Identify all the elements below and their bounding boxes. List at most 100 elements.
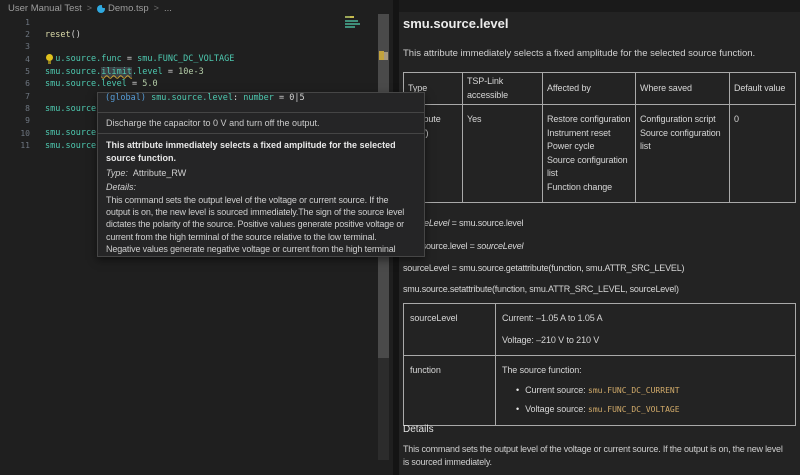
code-token: smu.source.level (45, 79, 127, 89)
details-heading: Details (403, 424, 434, 435)
param-description: Current: –1.05 A to 1.05 A Voltage: –210… (496, 304, 796, 356)
quick-fix-lightbulb-icon[interactable] (44, 53, 55, 65)
code-token: = (163, 67, 178, 77)
parameters-table: sourceLevel Current: –1.05 A to 1.05 A V… (403, 303, 796, 426)
signature-punct: : (233, 93, 243, 103)
code-line-5[interactable]: 5 smu.source.ilimit.level = 10e-3 (0, 65, 378, 77)
tooltip-details-line: current from the high terminal of the so… (106, 231, 416, 243)
details-paragraph: This command sets the output level of th… (403, 443, 783, 469)
cell-affected-by: Restore configuration Instrument reset P… (543, 105, 636, 203)
signature-value: 0|5 (289, 93, 304, 103)
code-token: smu.FUNC_DC_VOLTAGE (137, 54, 234, 64)
code-token: 10e-3 (178, 67, 204, 77)
code-token: smu.source. (45, 67, 101, 77)
code-token: smu.source. (45, 128, 101, 138)
signature-type: number (243, 93, 274, 103)
affected-by-item: Function change (547, 181, 631, 195)
code-token-warning: ilimit (101, 67, 132, 77)
param-name: function (404, 356, 496, 426)
signature-punct: = (274, 93, 289, 103)
attribute-table-row: Attribute (RW) Yes Restore configuration… (404, 105, 796, 203)
bullet-code: smu.FUNC_DC_VOLTAGE (588, 405, 680, 414)
details-text-line: is sourced immediately. (403, 456, 783, 469)
param-name: sourceLevel (404, 304, 496, 356)
col-header-affected-by: Affected by (543, 73, 636, 105)
code-line-4[interactable]: 4 smu.source.func = smu.FUNC_DC_VOLTAGE (0, 53, 378, 65)
line-number: 11 (0, 141, 30, 150)
where-saved-item: Source configuration list (640, 127, 725, 154)
details-text-line: This command sets the output level of th… (403, 443, 783, 456)
param-range-current: Current: –1.05 A to 1.05 A (502, 312, 789, 326)
line-number: 9 (0, 116, 30, 125)
line-number: 5 (0, 67, 30, 76)
tooltip-body: This attribute immediately selects a fix… (98, 134, 424, 257)
line-number: 2 (0, 30, 30, 39)
usage-line-4: smu.source.setattribute(function, smu.AT… (403, 284, 679, 294)
col-header-default-value: Default value (730, 73, 796, 105)
cell-default-value: 0 (730, 105, 796, 203)
minimap-mark (345, 20, 358, 22)
cell-tsp-link: Yes (463, 105, 543, 203)
tooltip-details-label: Details: (106, 182, 416, 192)
code-token: = (122, 54, 137, 64)
attribute-table-header-row: Type TSP-Link accessible Affected by Whe… (404, 73, 796, 105)
attribute-table: Type TSP-Link accessible Affected by Whe… (403, 72, 796, 203)
minimap[interactable] (344, 14, 378, 74)
code-line-6[interactable]: 6 smu.source.level = 5.0 (0, 78, 378, 90)
param-description: The source function: •Current source: sm… (496, 356, 796, 426)
affected-by-item: Power cycle (547, 140, 631, 154)
where-saved-item: Configuration script (640, 113, 725, 127)
affected-by-item: Source configuration list (547, 154, 631, 181)
breadcrumb-file[interactable]: Demo.tsp (108, 3, 149, 14)
code-token: smu.source. (45, 141, 101, 151)
code-token: = (127, 79, 142, 89)
code-token: 5.0 (142, 79, 157, 89)
panel-top-bar (399, 0, 800, 12)
minimap-mark (345, 26, 355, 28)
overview-decoration-marker (384, 52, 388, 60)
bullet-label: Current source: (525, 385, 588, 395)
scrollbar-track[interactable] (378, 358, 389, 460)
doc-subtitle: This attribute immediately selects a fix… (403, 48, 755, 59)
code-line-1[interactable]: 1 (0, 16, 378, 28)
chevron-right-icon: > (87, 3, 92, 13)
line-number: 4 (0, 55, 30, 64)
code-token: () (71, 30, 81, 40)
code-token: reset (45, 30, 71, 40)
chevron-right-icon: > (154, 3, 159, 13)
code-token: .level (132, 67, 163, 77)
bullet-icon: • (516, 404, 519, 414)
signature-name: smu.source.level (146, 93, 233, 103)
tooltip-summary: Discharge the capacitor to 0 V and turn … (98, 113, 424, 134)
tooltip-description-line: This attribute immediately selects a fix… (106, 139, 416, 152)
affected-by-item: Restore configuration (547, 113, 631, 127)
bullet-icon: • (516, 385, 519, 395)
tooltip-signature: (global) smu.source.level: number = 0|5 (98, 93, 424, 113)
code-line-3[interactable]: 3 (0, 41, 378, 53)
code-line-2[interactable]: 2 reset() (0, 28, 378, 40)
type-value: Attribute_RW (133, 168, 186, 178)
doc-title: smu.source.level (403, 16, 509, 31)
param-range-voltage: Voltage: –210 V to 210 V (502, 334, 789, 348)
parameter-row-function: function The source function: •Current s… (404, 356, 796, 426)
affected-by-item: Instrument reset (547, 127, 631, 141)
bullet-item: • Current source: smu.FUNC_DC_CURRENT (516, 384, 789, 398)
tsp-file-icon (97, 5, 105, 13)
breadcrumb-symbol[interactable]: ... (164, 3, 172, 14)
bullet-label: Voltage source: (525, 404, 588, 414)
tooltip-details-line: dictates the polarity of the source. Pos… (106, 218, 416, 230)
type-label: Type: (106, 168, 128, 178)
hover-tooltip: (global) smu.source.level: number = 0|5 … (97, 92, 425, 257)
bullet-code: smu.FUNC_DC_CURRENT (588, 386, 680, 395)
tooltip-details-line: This command sets the output level of th… (106, 194, 416, 206)
cell-where-saved: Configuration script Source configuratio… (636, 105, 730, 203)
breadcrumb: User Manual Test > Demo.tsp > ... (0, 0, 393, 16)
tooltip-description-line: source function. (106, 152, 416, 165)
minimap-mark (345, 23, 360, 25)
tooltip-details: This command sets the output level of th… (106, 194, 416, 255)
line-number: 8 (0, 104, 30, 113)
details-label-text: Details: (106, 182, 136, 192)
breadcrumb-folder[interactable]: User Manual Test (8, 3, 82, 14)
tooltip-details-line: Negative values generate negative voltag… (106, 243, 416, 255)
line-number: 3 (0, 42, 30, 51)
